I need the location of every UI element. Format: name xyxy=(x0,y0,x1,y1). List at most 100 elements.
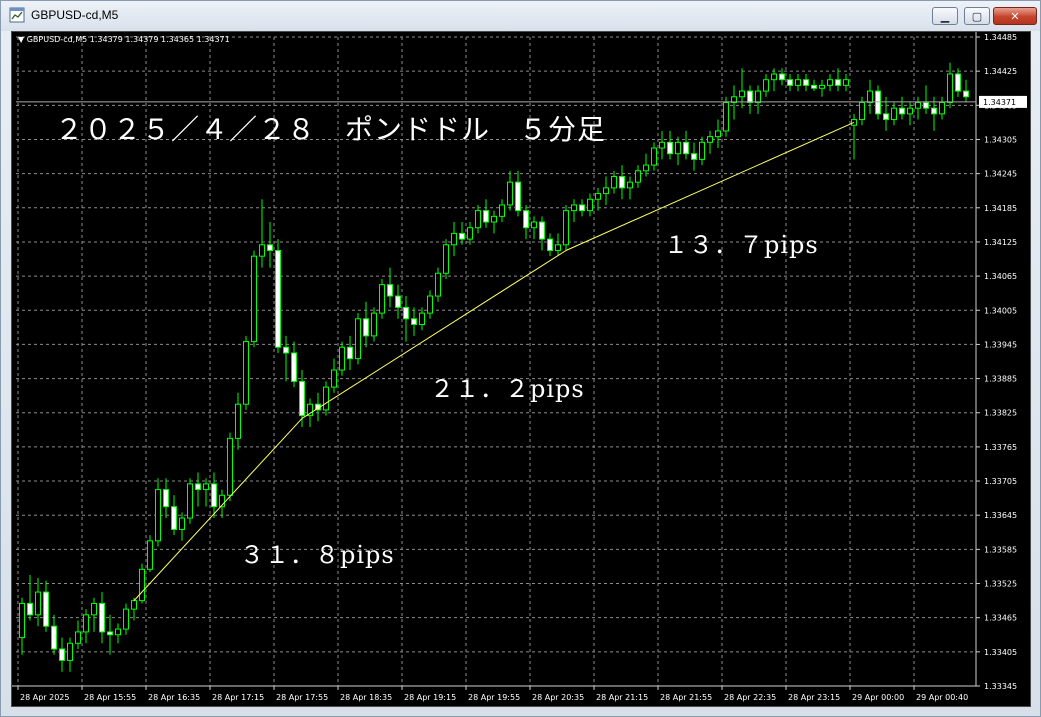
candle-body xyxy=(587,198,593,212)
candle-body xyxy=(675,141,681,155)
candle-body xyxy=(155,489,161,542)
candle-body xyxy=(75,631,81,644)
x-tick-label: 28 Apr 22:35 xyxy=(724,693,776,702)
candle-body xyxy=(603,187,609,195)
candle-body xyxy=(403,306,409,320)
candle-body xyxy=(99,602,105,633)
candle-body xyxy=(659,141,665,149)
candle-body xyxy=(347,346,353,360)
candle-body xyxy=(515,181,521,212)
candle-body xyxy=(827,79,833,86)
maximize-button[interactable]: ▢ xyxy=(964,7,990,25)
candle-body xyxy=(195,483,201,491)
x-tick-label: 28 Apr 19:15 xyxy=(404,693,456,702)
candle-body xyxy=(387,284,393,297)
candle-body xyxy=(555,244,561,251)
candle-body xyxy=(243,341,249,405)
candle-body xyxy=(891,107,897,121)
candle-body xyxy=(699,141,705,160)
candle-body xyxy=(475,210,481,229)
candle-body xyxy=(499,204,505,217)
y-tick-label: 1.33765 xyxy=(984,443,1017,452)
x-tick-label: 28 Apr 19:55 xyxy=(468,693,520,702)
candle-body xyxy=(483,210,489,223)
y-tick-label: 1.33345 xyxy=(984,682,1017,691)
candle-body xyxy=(867,90,873,103)
candle-body xyxy=(627,181,633,189)
candle-body xyxy=(947,73,953,103)
window-title: GBPUSD-cd,M5 xyxy=(31,8,119,22)
candle-body xyxy=(723,101,729,132)
candle-body xyxy=(963,90,969,98)
y-tick-label: 1.34125 xyxy=(984,238,1017,247)
x-tick-label: 29 Apr 00:40 xyxy=(916,693,968,702)
x-tick-label: 28 Apr 17:55 xyxy=(276,693,328,702)
candle-body xyxy=(211,483,217,508)
candle-body xyxy=(683,141,689,155)
candle-body xyxy=(323,386,329,411)
candle-body xyxy=(115,628,121,636)
candle-body xyxy=(411,318,417,325)
candle-body xyxy=(451,232,457,246)
symbol-ohlc-text: GBPUSD-cd,M5 1.34379 1.34379 1.34365 1.3… xyxy=(26,35,230,44)
symbol-info: ▼ GBPUSD-cd,M5 1.34379 1.34379 1.34365 1… xyxy=(18,35,230,44)
candle-body xyxy=(363,318,369,337)
x-tick-label: 28 Apr 16:35 xyxy=(148,693,200,702)
terminal-window: GBPUSD-cd,M5 ▁ ▢ ✕ 1.344851.344251.34365… xyxy=(0,0,1041,717)
y-tick-label: 1.33525 xyxy=(984,580,1017,589)
candle-body xyxy=(643,164,649,172)
y-tick-label: 1.33945 xyxy=(984,340,1017,349)
x-tick-label: 29 Apr 00:00 xyxy=(852,693,904,702)
candle-body xyxy=(915,101,921,109)
minimize-icon: ▁ xyxy=(940,9,950,23)
y-tick-label: 1.33705 xyxy=(984,477,1017,486)
candle-body xyxy=(667,141,673,155)
candle-body xyxy=(747,90,753,103)
candle-body xyxy=(563,210,569,246)
y-tick-label: 1.34425 xyxy=(984,67,1017,76)
candle-body xyxy=(35,591,41,616)
close-button[interactable]: ✕ xyxy=(993,7,1037,25)
candle-body xyxy=(739,90,745,98)
x-tick-label: 28 Apr 18:35 xyxy=(340,693,392,702)
candle-body xyxy=(835,79,841,86)
minimize-button[interactable]: ▁ xyxy=(932,7,958,25)
y-tick-label: 1.33885 xyxy=(984,375,1017,384)
candle-body xyxy=(163,489,169,508)
candle-body xyxy=(123,608,129,630)
candle-body xyxy=(547,238,553,251)
symbol-menu-triangle-icon[interactable]: ▼ xyxy=(18,35,24,44)
candle-body xyxy=(579,204,585,212)
candle-body xyxy=(939,101,945,115)
chart-area[interactable]: 1.344851.344251.343651.343051.342451.341… xyxy=(11,31,1031,707)
candle-body xyxy=(755,90,761,103)
candle-body xyxy=(795,79,801,86)
chart-annotation-title: ２０２５／４／２８ ポンドドル ５分足 xyxy=(55,113,607,146)
candle-body xyxy=(43,591,49,627)
x-tick-label: 28 Apr 2025 xyxy=(20,693,69,702)
candle-body xyxy=(19,602,25,639)
candle-body xyxy=(651,147,657,166)
x-tick-label: 28 Apr 21:15 xyxy=(596,693,648,702)
current-price-label: 1.34371 xyxy=(983,98,1016,107)
y-tick-label: 1.34485 xyxy=(984,33,1017,42)
title-bar[interactable]: GBPUSD-cd,M5 ▁ ▢ ✕ xyxy=(1,1,1040,31)
candle-body xyxy=(427,295,433,314)
candle-body xyxy=(139,568,145,602)
candle-body xyxy=(235,403,241,439)
candle-body xyxy=(811,84,817,89)
candle-body xyxy=(331,369,337,388)
candle-body xyxy=(83,614,89,633)
candle-body xyxy=(707,136,713,143)
candle-body xyxy=(179,517,185,530)
candle-body xyxy=(251,255,257,343)
candle-body xyxy=(635,170,641,183)
candle-body xyxy=(283,346,289,354)
candle-body xyxy=(907,107,913,115)
candle-body xyxy=(443,244,449,274)
chart-window-icon xyxy=(9,7,25,23)
candle-body xyxy=(299,380,305,417)
candle-body xyxy=(187,483,193,519)
y-tick-label: 1.34305 xyxy=(984,135,1017,144)
candle-body xyxy=(107,631,113,636)
